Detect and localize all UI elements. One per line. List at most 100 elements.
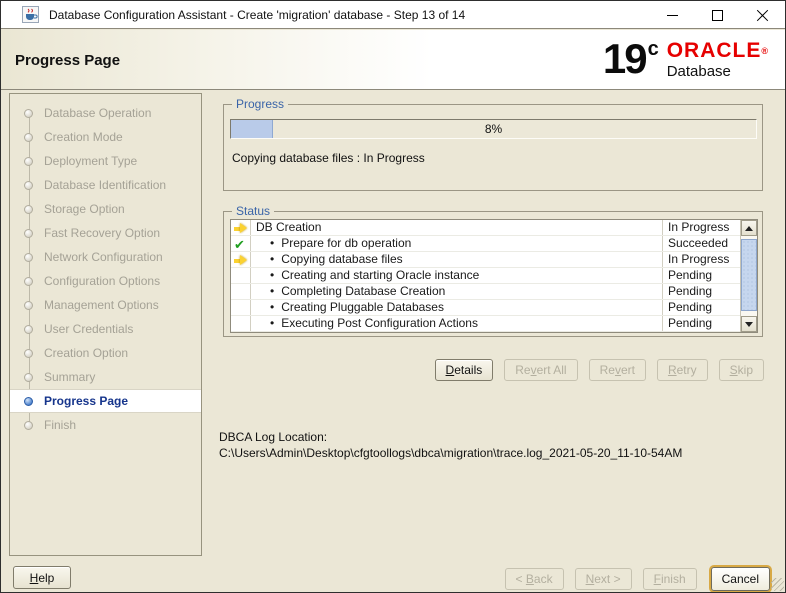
revert-button[interactable]: Revert — [589, 359, 646, 381]
step-circle-icon — [24, 349, 33, 358]
scrollbar-track[interactable] — [741, 236, 757, 316]
sidebar-step-finish: Finish — [10, 413, 201, 437]
back-button[interactable]: < Back — [505, 568, 564, 590]
progress-groupbox: Progress 8% Copying database files : In … — [223, 104, 763, 191]
status-scrollbar[interactable] — [740, 220, 757, 332]
progress-message: Copying database files : In Progress — [232, 151, 425, 165]
sidebar-step-network-configuration: Network Configuration — [10, 245, 201, 269]
arrow-down-icon — [745, 322, 753, 327]
retry-button[interactable]: Retry — [657, 359, 708, 381]
title-bar: Database Configuration Assistant - Creat… — [1, 1, 785, 29]
sidebar-step-database-identification: Database Identification — [10, 173, 201, 197]
close-button[interactable] — [740, 1, 785, 29]
bullet-icon: • — [270, 284, 274, 299]
succeeded-check-icon — [231, 236, 251, 251]
progress-bar: 8% — [230, 119, 757, 139]
sidebar-step-creation-mode: Creation Mode — [10, 125, 201, 149]
status-row-label: •Copying database files — [251, 252, 662, 267]
in-progress-arrow-icon — [231, 220, 251, 235]
status-row-copying-files[interactable]: •Copying database files In Progress — [231, 252, 740, 268]
no-icon — [231, 284, 251, 299]
status-row-label: •Creating and starting Oracle instance — [251, 268, 662, 283]
step-circle-icon — [24, 229, 33, 238]
status-row-creating-instance[interactable]: •Creating and starting Oracle instance P… — [231, 268, 740, 284]
sidebar-step-storage-option: Storage Option — [10, 197, 201, 221]
sidebar-step-progress-page: Progress Page — [10, 389, 201, 413]
status-row-label: DB Creation — [251, 220, 662, 235]
oracle-wordmark: ORACLE® — [667, 40, 769, 62]
log-path: C:\Users\Admin\Desktop\cfgtoollogs\dbca\… — [219, 445, 682, 461]
step-circle-icon — [24, 109, 33, 118]
minimize-button[interactable] — [650, 1, 695, 29]
step-circle-icon — [24, 301, 33, 310]
minimize-icon — [667, 15, 678, 16]
step-circle-icon — [24, 253, 33, 262]
status-row-label: •Creating Pluggable Databases — [251, 300, 662, 315]
header: Progress Page 19 c ORACLE® Database — [1, 30, 785, 90]
finish-button[interactable]: Finish — [643, 568, 697, 590]
status-row-state: In Progress — [662, 220, 740, 235]
sidebar-step-fast-recovery-option: Fast Recovery Option — [10, 221, 201, 245]
bullet-icon: • — [270, 300, 274, 315]
bullet-icon: • — [270, 236, 274, 251]
sidebar-step-configuration-options: Configuration Options — [10, 269, 201, 293]
progress-group-label: Progress — [232, 97, 288, 111]
logo-version-sup: c — [648, 37, 659, 61]
revert-all-button[interactable]: Revert All — [504, 359, 577, 381]
close-icon — [756, 9, 769, 22]
wizard-nav-buttons: < Back Next > Finish Cancel — [505, 567, 770, 591]
status-action-buttons: Details Revert All Revert Retry Skip — [435, 359, 764, 381]
in-progress-arrow-icon — [231, 252, 251, 267]
help-button[interactable]: Help — [13, 566, 71, 589]
sidebar-step-deployment-type: Deployment Type — [10, 149, 201, 173]
page-title: Progress Page — [15, 52, 120, 69]
status-row-state: Pending — [662, 300, 740, 315]
sidebar-step-summary: Summary — [10, 365, 201, 389]
status-row-db-creation[interactable]: DB Creation In Progress — [231, 220, 740, 236]
maximize-icon — [712, 10, 723, 21]
status-row-label: •Executing Post Configuration Actions — [251, 316, 662, 331]
dbca-log-location: DBCA Log Location: C:\Users\Admin\Deskto… — [219, 429, 682, 461]
sidebar-step-management-options: Management Options — [10, 293, 201, 317]
java-app-icon — [22, 6, 39, 23]
sidebar-step-database-operation: Database Operation — [10, 101, 201, 125]
window-resize-grip[interactable] — [771, 578, 784, 591]
details-button[interactable]: Details — [435, 359, 494, 381]
status-row-prepare-db[interactable]: •Prepare for db operation Succeeded — [231, 236, 740, 252]
next-button[interactable]: Next > — [575, 568, 632, 590]
oracle-19c-logo: 19 c ORACLE® Database — [603, 37, 769, 81]
no-icon — [231, 268, 251, 283]
step-circle-icon — [24, 157, 33, 166]
step-circle-icon — [24, 205, 33, 214]
status-rows: DB Creation In Progress •Prepare for db … — [231, 220, 740, 332]
status-row-completing-creation[interactable]: •Completing Database Creation Pending — [231, 284, 740, 300]
trademark-symbol: ® — [761, 46, 769, 56]
step-circle-icon — [24, 325, 33, 334]
cancel-button[interactable]: Cancel — [711, 567, 770, 591]
status-row-state: In Progress — [662, 252, 740, 267]
window-title: Database Configuration Assistant - Creat… — [49, 8, 465, 22]
bullet-icon: • — [270, 252, 274, 267]
status-groupbox: Status DB Creation In Progress •Prepare … — [223, 211, 763, 337]
status-group-label: Status — [232, 204, 274, 218]
bullet-icon: • — [270, 316, 274, 331]
status-row-post-configuration[interactable]: •Executing Post Configuration Actions Pe… — [231, 316, 740, 332]
status-row-state: Pending — [662, 284, 740, 299]
step-circle-icon — [24, 133, 33, 142]
step-circle-icon — [24, 421, 33, 430]
step-circle-icon — [24, 181, 33, 190]
scroll-up-button[interactable] — [741, 220, 757, 236]
maximize-button[interactable] — [695, 1, 740, 29]
sidebar-step-creation-option: Creation Option — [10, 341, 201, 365]
status-row-label: •Completing Database Creation — [251, 284, 662, 299]
no-icon — [231, 316, 251, 331]
skip-button[interactable]: Skip — [719, 359, 764, 381]
log-label: DBCA Log Location: — [219, 429, 682, 445]
scroll-down-button[interactable] — [741, 316, 757, 332]
scrollbar-thumb[interactable] — [741, 239, 757, 311]
status-row-state: Pending — [662, 316, 740, 331]
status-row-pluggable-databases[interactable]: •Creating Pluggable Databases Pending — [231, 300, 740, 316]
wizard-step-rail: Database Operation Creation Mode Deploym… — [9, 93, 202, 556]
logo-version: 19 — [603, 37, 646, 81]
bullet-icon: • — [270, 268, 274, 283]
